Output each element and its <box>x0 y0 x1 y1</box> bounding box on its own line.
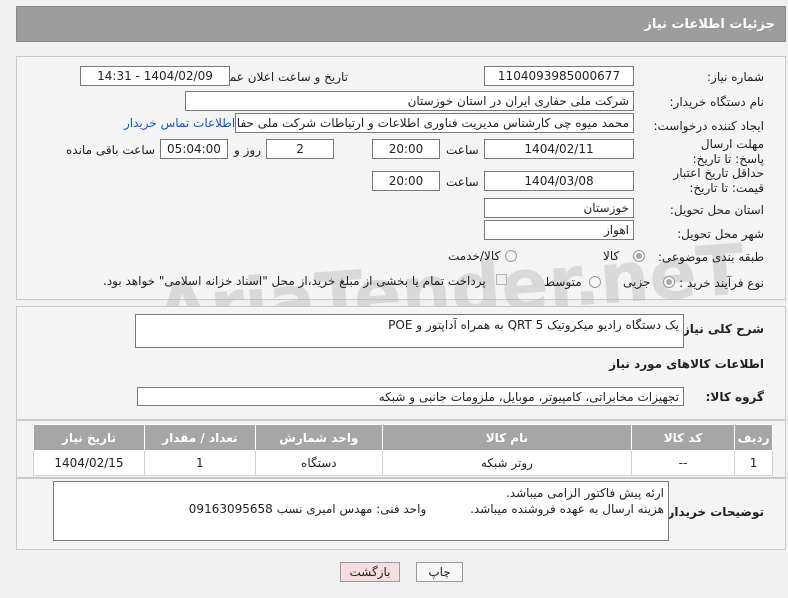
city-label: شهر محل تحویل: <box>677 227 764 241</box>
col-quantity: تعداد / مقدار <box>143 424 256 451</box>
buyer-notes-line1: ارئه پیش فاکتور الزامی میباشد. <box>505 486 664 500</box>
treasury-payment-note: پرداخت تمام یا بخشی از مبلغ خرید،از محل … <box>103 274 486 288</box>
deadline-date-field[interactable]: 1404/02/11 <box>484 139 634 159</box>
goods-section-title: اطلاعات کالاهای مورد نیاز <box>609 357 764 371</box>
province-field[interactable]: خوزستان <box>484 198 634 218</box>
buyer-notes-field[interactable]: ارئه پیش فاکتور الزامی میباشد. هزینه ارس… <box>53 481 669 541</box>
need-number-field[interactable]: 1104093985000677 <box>484 66 634 86</box>
page-title: جزئیات اطلاعات نیاز <box>644 16 775 32</box>
validity-date-field[interactable]: 1404/03/08 <box>484 171 634 191</box>
goods-group-field[interactable]: تجهیزات مخابراتی، کامپیوتر، موبایل، ملزو… <box>137 387 684 406</box>
deadline-label: مهلت ارسال پاسخ: تا تاریخ: <box>692 137 764 166</box>
back-button[interactable]: بازگشت <box>340 562 400 582</box>
col-code: کد کالا <box>630 424 736 451</box>
deadline-time-field[interactable]: 20:00 <box>372 139 440 159</box>
buyer-notes-line2: هزینه ارسال به عهده فروشنده میباشد. <box>470 502 664 516</box>
province-label: استان محل تحویل: <box>669 203 764 217</box>
table-row[interactable]: 1 -- روتر شبکه دستگاه 1 1404/02/15 <box>33 450 773 476</box>
buyer-notes-contact: واحد فنی: مهدس امیری نسب 09163095658 <box>188 502 427 516</box>
items-table: ردیف کد کالا نام کالا واحد شمارش تعداد /… <box>33 424 773 476</box>
remaining-label: ساعت باقی مانده <box>66 143 156 157</box>
need-number-label: شماره نیاز: <box>707 70 764 84</box>
buyer-org-field[interactable]: شرکت ملی حفاری ایران در استان خوزستان <box>185 91 634 111</box>
deadline-time-label: ساعت <box>446 143 479 157</box>
print-button[interactable]: چاپ <box>416 562 463 582</box>
remaining-time-field[interactable]: 05:04:00 <box>160 139 228 159</box>
validity-time-label: ساعت <box>446 175 479 189</box>
creator-field[interactable]: محمد میوه چی کارشناس مدیریت فناوری اطلاع… <box>235 113 634 133</box>
purchase-radio-minor[interactable] <box>663 276 675 288</box>
days-field[interactable]: 2 <box>266 139 334 159</box>
validity-time-field[interactable]: 20:00 <box>372 171 440 191</box>
buyer-org-label: نام دستگاه خریدار: <box>669 95 765 109</box>
col-name: نام کالا <box>381 424 632 451</box>
col-row: ردیف <box>734 424 773 451</box>
category-label: طبقه بندی موضوعی: <box>657 250 764 264</box>
cell-unit: دستگاه <box>254 450 383 476</box>
purchase-option-medium: متوسط <box>544 275 582 289</box>
category-option-goods-service: کالا/خدمت <box>448 249 501 263</box>
treasury-payment-checkbox[interactable] <box>496 274 507 285</box>
purchase-option-minor: جزیی <box>623 275 651 289</box>
items-table-header: ردیف کد کالا نام کالا واحد شمارش تعداد /… <box>33 424 773 451</box>
col-need-date: تاریخ نیاز <box>33 424 145 451</box>
purchase-type-label: نوع فرآیند خرید : <box>679 276 764 290</box>
cell-name: روتر شبکه <box>381 450 632 476</box>
days-label: روز و <box>234 143 261 157</box>
goods-group-label: گروه کالا: <box>705 390 764 404</box>
category-radio-goods-service[interactable] <box>505 250 517 262</box>
category-radio-goods[interactable] <box>633 250 645 262</box>
buyer-contact-link[interactable]: اطلاعات تماس خریدار <box>124 116 235 130</box>
purchase-radio-medium[interactable] <box>589 276 601 288</box>
creator-label: ایجاد کننده درخواست: <box>653 119 764 133</box>
cell-need-date: 1404/02/15 <box>33 450 145 476</box>
validity-label: حداقل تاریخ اعتبار قیمت: تا تاریخ: <box>673 166 764 195</box>
city-field[interactable]: اهواز <box>484 220 634 240</box>
cell-code: -- <box>630 450 736 476</box>
buyer-notes-label: توضیحات خریدار: <box>662 505 764 519</box>
description-field[interactable]: یک دستگاه رادیو میکروتیک QRT 5 به همراه … <box>135 314 684 348</box>
description-label: شرح کلی نیاز: <box>678 322 764 336</box>
cell-row: 1 <box>734 450 773 476</box>
category-option-goods: کالا <box>603 249 620 263</box>
announce-date-field[interactable]: 1404/02/09 - 14:31 <box>80 66 230 86</box>
col-unit: واحد شمارش <box>254 424 383 451</box>
cell-quantity: 1 <box>143 450 256 476</box>
page-header: جزئیات اطلاعات نیاز <box>16 6 786 42</box>
